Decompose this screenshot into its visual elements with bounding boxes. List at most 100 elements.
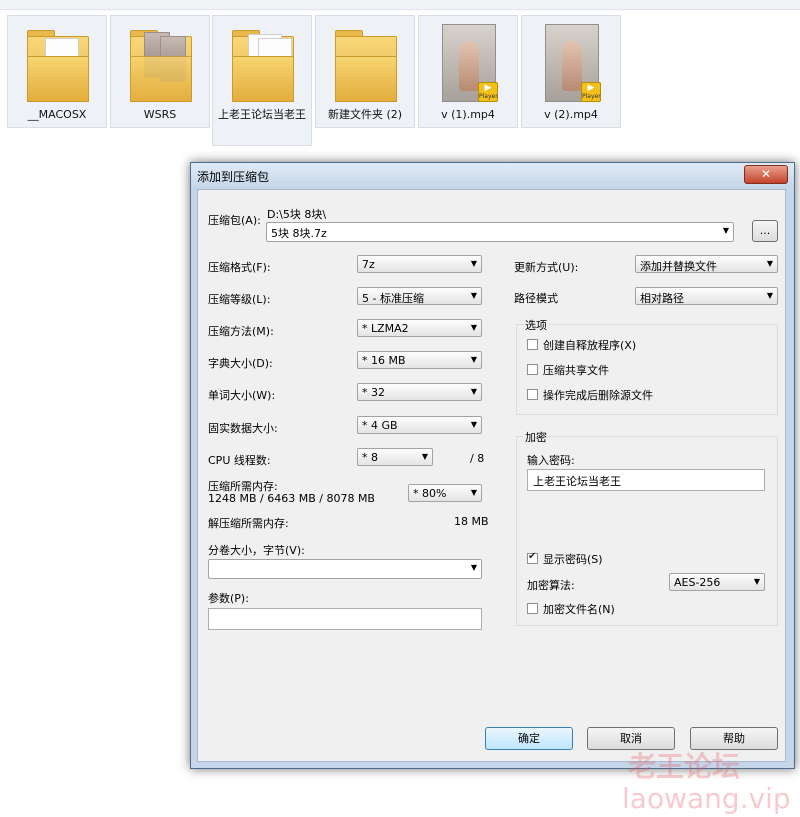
options-title: 选项 xyxy=(523,317,549,333)
dict-label: 字典大小(D): xyxy=(208,357,273,370)
volume-size-combo[interactable]: ▼ xyxy=(208,559,482,579)
chevron-down-icon: ▼ xyxy=(470,323,477,332)
file-item-laowang-folder[interactable]: 上老王论坛当老王 xyxy=(212,15,312,146)
encryption-method-select[interactable]: AES-256 ▼ xyxy=(669,573,765,591)
threads-label: CPU 线程数: xyxy=(208,454,271,467)
archive-path: D:\5块 8块\ xyxy=(267,208,327,221)
word-label: 单词大小(W): xyxy=(208,389,276,402)
chevron-down-icon: ▼ xyxy=(470,259,477,268)
file-item-video-1[interactable]: ▶ Player v (1).mp4 xyxy=(418,15,518,128)
archive-filename: 5块 8块.7z xyxy=(271,227,327,240)
chevron-down-icon: ▼ xyxy=(470,355,477,364)
method-select[interactable]: * LZMA2 ▼ xyxy=(357,319,482,337)
format-value: 7z xyxy=(362,258,375,271)
player-badge-icon: ▶ Player xyxy=(581,82,601,102)
chevron-down-icon: ▼ xyxy=(470,387,477,396)
video-thumbnail-icon: ▶ Player xyxy=(539,22,603,102)
chevron-down-icon: ▼ xyxy=(722,226,729,235)
chevron-down-icon: ▼ xyxy=(766,259,773,268)
dialog-title: 添加到压缩包 xyxy=(197,170,270,184)
method-label: 压缩方法(M): xyxy=(208,325,274,338)
folder-icon xyxy=(128,22,192,102)
file-name: v (1).mp4 xyxy=(441,108,495,121)
folder-icon xyxy=(333,22,397,102)
encrypt-names-label[interactable]: 加密文件名(N) xyxy=(543,601,615,617)
dialog-titlebar[interactable]: 添加到压缩包 ✕ xyxy=(191,163,794,187)
word-value: * 32 xyxy=(362,386,385,399)
sfx-label[interactable]: 创建自释放程序(X) xyxy=(543,337,636,353)
chevron-down-icon: ▼ xyxy=(470,291,477,300)
watermark-logo: 老王论坛 xyxy=(628,750,741,783)
solid-label: 固实数据大小: xyxy=(208,422,278,435)
pathmode-select[interactable]: 相对路径 ▼ xyxy=(635,287,778,305)
update-mode-select[interactable]: 添加并替换文件 ▼ xyxy=(635,255,778,273)
file-item-wsrs[interactable]: WSRS xyxy=(110,15,210,128)
params-label: 参数(P): xyxy=(208,592,249,605)
folder-icon xyxy=(230,22,294,102)
mem-decomp-label: 解压缩所需内存: xyxy=(208,517,289,530)
threads-select[interactable]: * 8 ▼ xyxy=(357,448,433,466)
close-button[interactable]: ✕ xyxy=(744,165,788,184)
method-value: * LZMA2 xyxy=(362,322,409,335)
password-value: 上老王论坛当老王 xyxy=(533,475,621,488)
update-value: 添加并替换文件 xyxy=(640,260,717,273)
archive-label: 压缩包(A): xyxy=(208,214,261,227)
chevron-down-icon: ▼ xyxy=(753,577,760,586)
volume-label: 分卷大小，字节(V): xyxy=(208,544,305,557)
show-password-label[interactable]: 显示密码(S) xyxy=(543,551,603,567)
chevron-down-icon: ▼ xyxy=(766,291,773,300)
delete-checkbox[interactable] xyxy=(527,389,538,400)
video-thumbnail-icon: ▶ Player xyxy=(436,22,500,102)
file-item-video-2[interactable]: ▶ Player v (2).mp4 xyxy=(521,15,621,128)
shared-checkbox[interactable] xyxy=(527,364,538,375)
level-select[interactable]: 5 - 标准压缩 ▼ xyxy=(357,287,482,305)
threads-value: * 8 xyxy=(362,451,378,464)
ok-button[interactable]: 确定 xyxy=(485,727,573,750)
chevron-down-icon: ▼ xyxy=(421,452,428,461)
dialog-client: 压缩包(A): D:\5块 8块\ 5块 8块.7z ▼ ... 压缩格式(F)… xyxy=(197,189,786,762)
dict-select[interactable]: * 16 MB ▼ xyxy=(357,351,482,369)
level-label: 压缩等级(L): xyxy=(208,293,271,306)
password-input[interactable]: 上老王论坛当老王 xyxy=(527,469,765,491)
pathmode-value: 相对路径 xyxy=(640,292,684,305)
file-name: __MACOSX xyxy=(27,108,87,121)
explorer-file-area: __MACOSX WSRS 上老王论坛当老王 新建文件夹 (2) ▶ Playe… xyxy=(0,10,800,150)
file-item-new-folder[interactable]: 新建文件夹 (2) xyxy=(315,15,415,128)
add-to-archive-dialog: 添加到压缩包 ✕ 压缩包(A): D:\5块 8块\ 5块 8块.7z ▼ ..… xyxy=(190,162,795,769)
encryption-method-label: 加密算法: xyxy=(527,579,575,592)
archive-filename-combo[interactable]: 5块 8块.7z ▼ xyxy=(266,222,734,242)
sfx-checkbox[interactable] xyxy=(527,339,538,350)
solid-value: * 4 GB xyxy=(362,419,398,432)
mem-decomp-value: 18 MB xyxy=(454,515,489,528)
pathmode-label: 路径模式 xyxy=(514,292,558,305)
chevron-down-icon: ▼ xyxy=(470,488,477,497)
shared-label[interactable]: 压缩共享文件 xyxy=(543,362,609,378)
mem-percent-value: * 80% xyxy=(413,487,447,500)
password-label: 输入密码: xyxy=(527,454,575,467)
chevron-down-icon: ▼ xyxy=(470,563,477,572)
file-name: WSRS xyxy=(143,108,177,121)
file-name: 上老王论坛当老王 xyxy=(218,108,306,121)
word-select[interactable]: * 32 ▼ xyxy=(357,383,482,401)
format-label: 压缩格式(F): xyxy=(208,261,271,274)
options-group: 选项 创建自释放程序(X) 压缩共享文件 操作完成后删除源文件 xyxy=(516,317,778,415)
dict-value: * 16 MB xyxy=(362,354,406,367)
format-select[interactable]: 7z ▼ xyxy=(357,255,482,273)
encryption-method-value: AES-256 xyxy=(674,576,721,589)
encryption-title: 加密 xyxy=(523,429,549,445)
delete-label[interactable]: 操作完成后删除源文件 xyxy=(543,387,653,403)
encryption-group: 加密 输入密码: 上老王论坛当老王 显示密码(S) 加密算法: AES-256 … xyxy=(516,429,778,626)
browse-button[interactable]: ... xyxy=(752,220,778,242)
solid-select[interactable]: * 4 GB ▼ xyxy=(357,416,482,434)
file-name: v (2).mp4 xyxy=(544,108,598,121)
mem-comp-detail: 1248 MB / 6463 MB / 8078 MB xyxy=(208,492,375,505)
chevron-down-icon: ▼ xyxy=(470,420,477,429)
file-name: 新建文件夹 (2) xyxy=(327,108,403,121)
encrypt-names-checkbox[interactable] xyxy=(527,603,538,614)
update-label: 更新方式(U): xyxy=(514,261,579,274)
params-input[interactable] xyxy=(208,608,482,630)
show-password-checkbox[interactable] xyxy=(527,551,538,564)
mem-percent-select[interactable]: * 80% ▼ xyxy=(408,484,482,502)
level-value: 5 - 标准压缩 xyxy=(362,292,424,305)
file-item-macosx[interactable]: __MACOSX xyxy=(7,15,107,128)
